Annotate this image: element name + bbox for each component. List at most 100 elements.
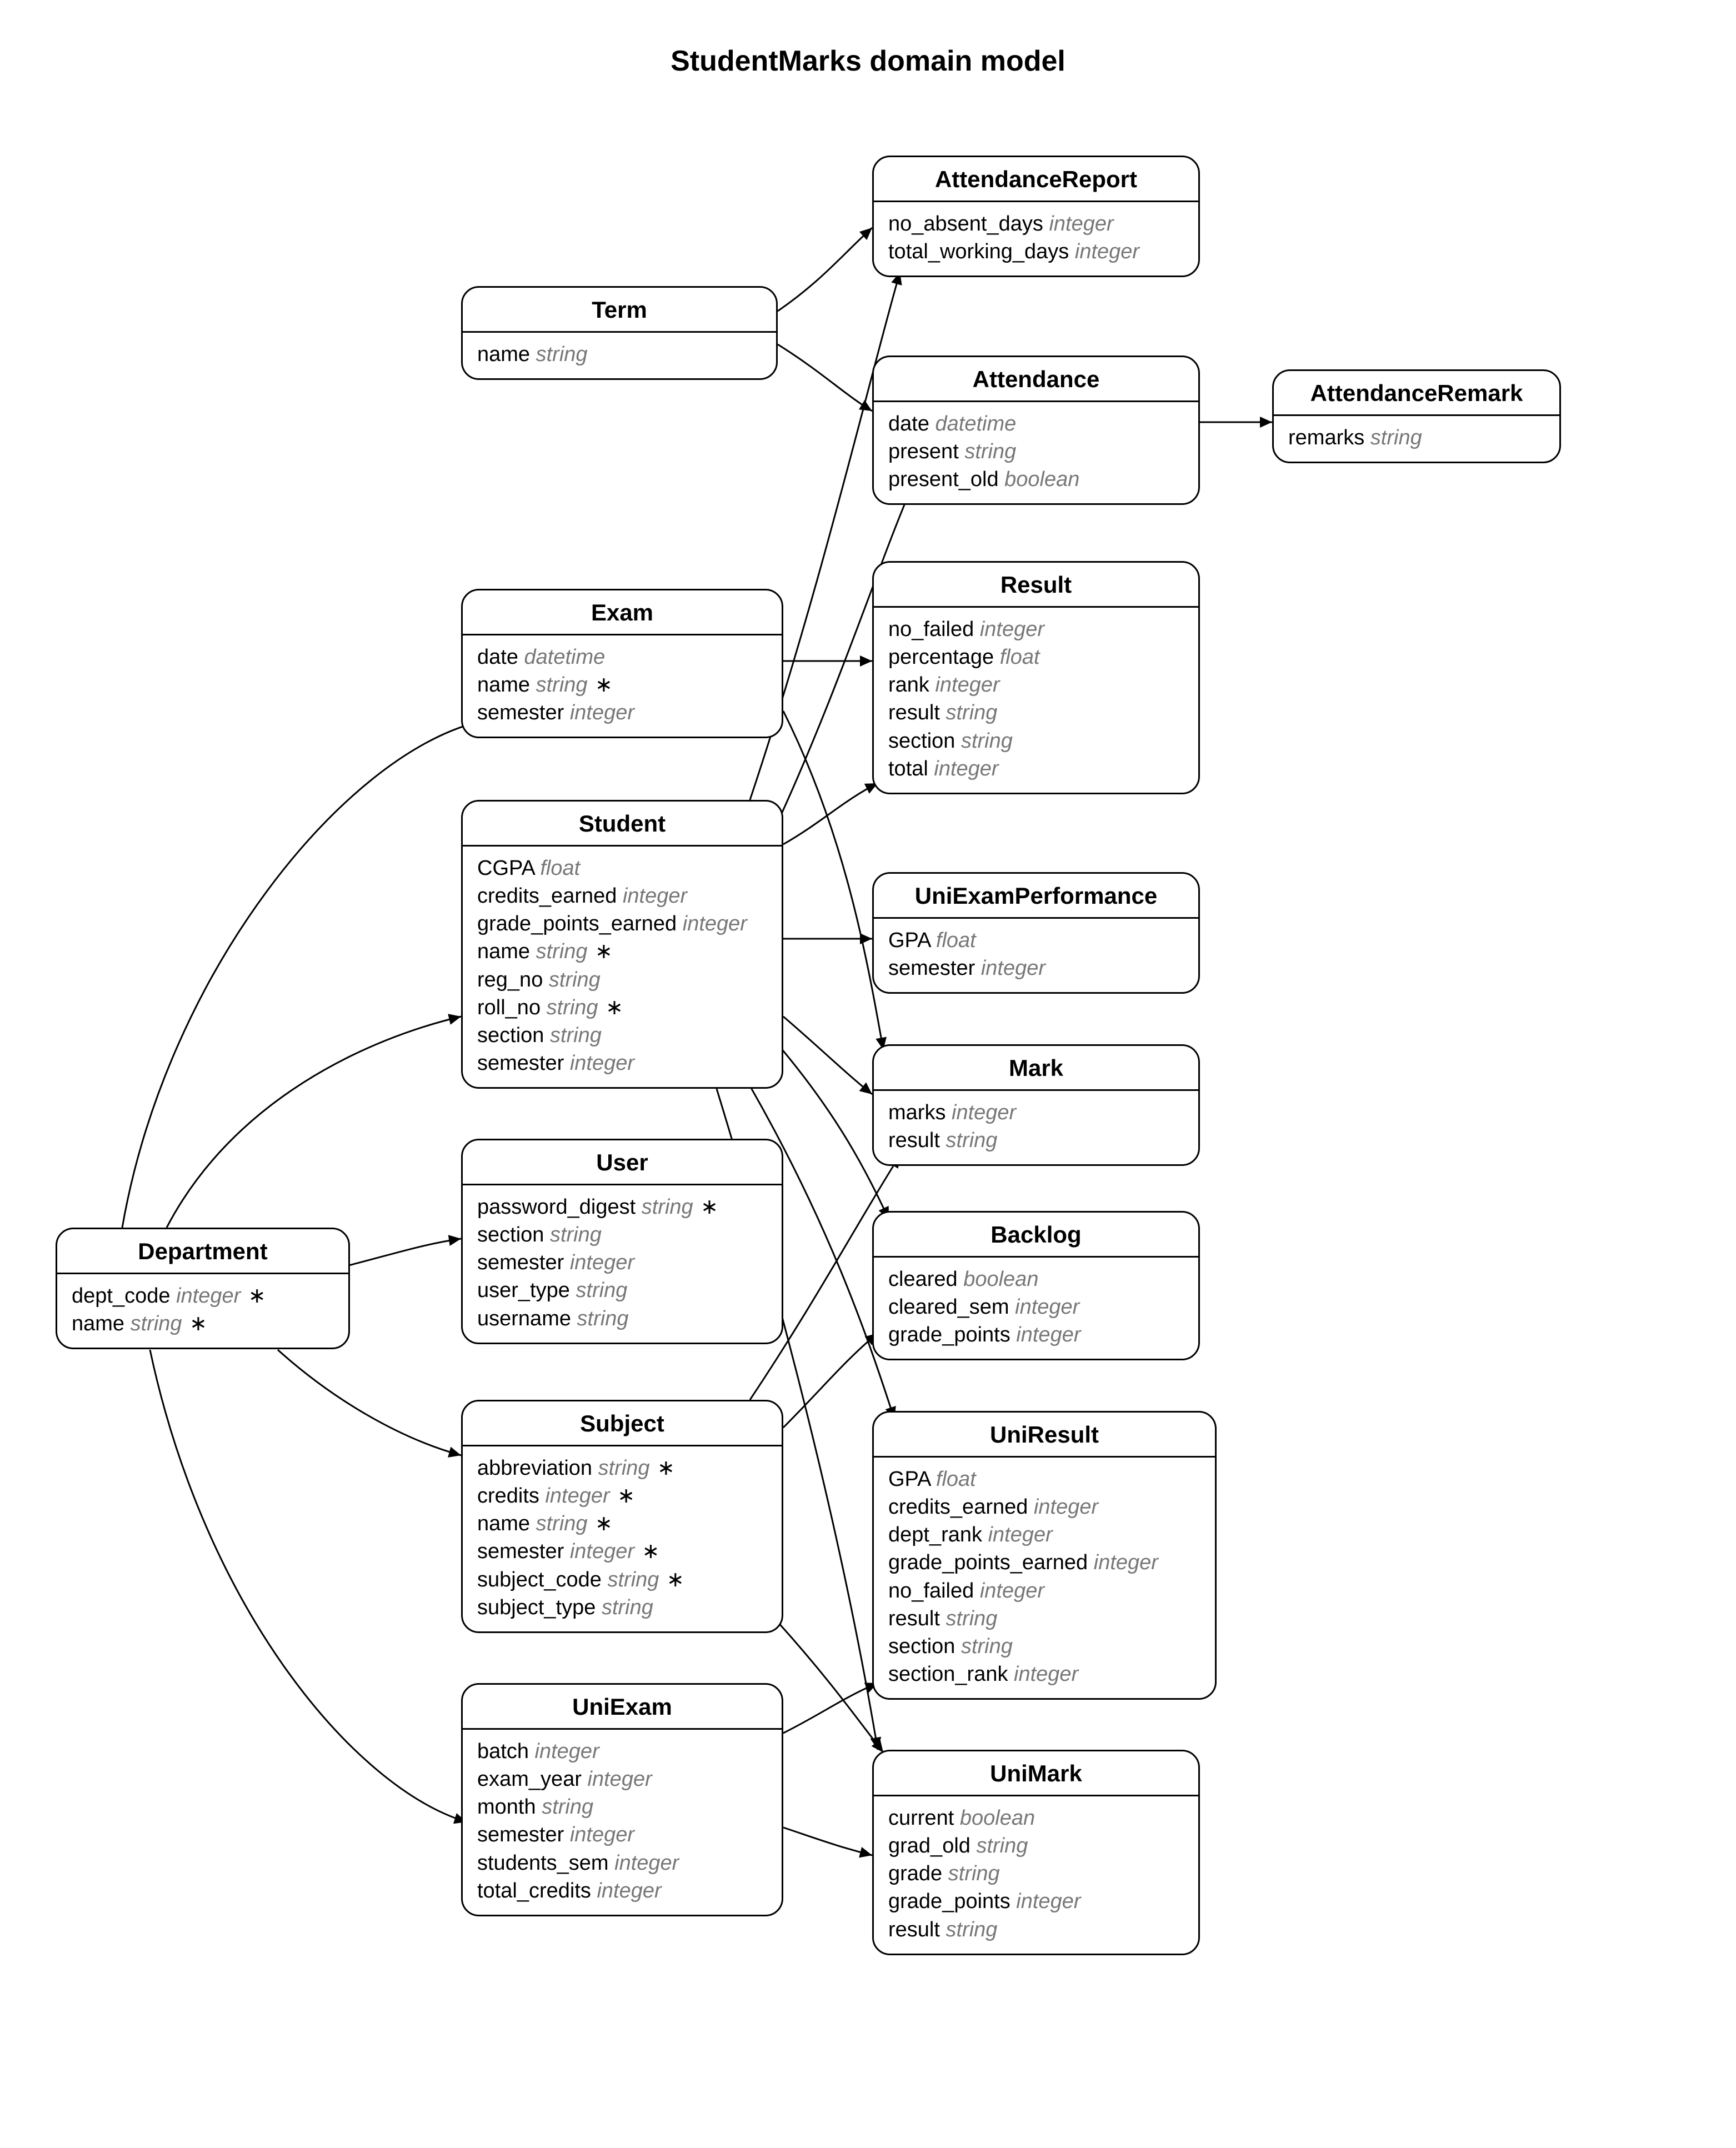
relation-Term-Attendance <box>778 344 872 411</box>
attr-type: integer <box>988 1523 1053 1546</box>
attr-type: string <box>948 1862 1000 1885</box>
attr-type: integer <box>535 1740 599 1763</box>
entity-title: AttendanceRemark <box>1274 371 1559 416</box>
attr-row: current boolean <box>888 1804 1184 1832</box>
entity-Student: StudentCGPA floatcredits_earned integerg… <box>461 800 783 1089</box>
attr-name: marks <box>888 1101 945 1124</box>
entity-Department: Departmentdept_code integer ∗name string… <box>56 1228 350 1349</box>
attr-type: string <box>945 1129 997 1152</box>
attr-type: string <box>608 1568 659 1591</box>
attr-row: no_failed integer <box>888 615 1184 643</box>
attr-name: current <box>888 1806 954 1830</box>
entity-AttendanceRemark: AttendanceRemark remarks string <box>1272 369 1561 463</box>
attr-row: section_rank integer <box>888 1660 1200 1688</box>
attr-type: string <box>576 1279 627 1302</box>
entity-body: password_digest string ∗section stringse… <box>463 1185 782 1343</box>
entity-body: dept_code integer ∗name string ∗ <box>57 1274 348 1348</box>
attr-name: abbreviation <box>477 1456 592 1480</box>
attr-type: string <box>536 343 588 366</box>
attr-type: integer <box>545 1484 609 1508</box>
arrowhead-icon <box>448 1447 461 1458</box>
attr-type: float <box>540 857 580 880</box>
relation-Department-User <box>344 1239 461 1266</box>
attr-name: total_working_days <box>888 240 1069 263</box>
relation-Department-Student <box>167 1017 461 1228</box>
attr-row: remarks string <box>1288 424 1545 452</box>
required-star-icon: ∗ <box>650 1456 675 1480</box>
entity-title: Subject <box>463 1401 782 1446</box>
attr-name: section <box>477 1024 544 1047</box>
relation-Department-UniExam <box>150 1350 467 1822</box>
attr-row: semester integer ∗ <box>477 1538 767 1565</box>
entity-Subject: Subject abbreviation string ∗ credits inte… <box>461 1400 783 1633</box>
entity-UniExamPerformance: UniExamPerformanceGPA floatsemester inte… <box>872 872 1200 994</box>
attr-type: integer <box>1075 240 1139 263</box>
attr-name: present <box>888 440 959 463</box>
attr-row: total integer <box>888 755 1184 783</box>
attr-name: CGPA <box>477 857 534 880</box>
entity-title: Backlog <box>874 1213 1198 1258</box>
required-star-icon: ∗ <box>634 1540 659 1563</box>
entity-UniMark: UniMarkcurrent booleangrad_old stringgra… <box>872 1750 1200 1955</box>
relation-UniExam-UniResult <box>783 1683 878 1733</box>
attr-row: dept_code integer ∗ <box>72 1282 334 1310</box>
attr-row: exam_year integer <box>477 1765 767 1793</box>
attr-type: integer <box>980 1579 1044 1603</box>
attr-type: datetime <box>935 412 1017 435</box>
attr-row: name string ∗ <box>72 1310 334 1338</box>
required-star-icon: ∗ <box>693 1195 718 1219</box>
attr-name: subject_type <box>477 1596 596 1619</box>
attr-type: string <box>131 1312 182 1335</box>
attr-name: credits <box>477 1484 539 1508</box>
attr-name: no_failed <box>888 618 974 641</box>
relation-Department-Exam <box>122 722 478 1228</box>
attr-type: string <box>542 1795 593 1819</box>
entity-title: UniMark <box>874 1751 1198 1796</box>
attr-type: string <box>602 1596 653 1619</box>
entity-body: GPA floatcredits_earned integerdept_rank… <box>874 1458 1215 1698</box>
attr-name: section_rank <box>888 1663 1008 1686</box>
entity-Term: Termname string <box>461 286 778 380</box>
attr-row: section string <box>477 1221 767 1249</box>
attr-type: datetime <box>524 645 606 669</box>
attr-name: exam_year <box>477 1768 582 1791</box>
attr-row: name string <box>477 341 762 368</box>
required-star-icon: ∗ <box>610 1484 635 1508</box>
attr-row: dept_rank integer <box>888 1521 1200 1549</box>
entity-UniExam: UniExambatch integerexam_year integermon… <box>461 1683 783 1916</box>
attr-type: string <box>642 1195 693 1219</box>
entity-title: UniExam <box>463 1685 782 1730</box>
attr-type: integer <box>570 1052 634 1075</box>
attr-type: boolean <box>960 1806 1035 1830</box>
attr-row: password_digest string ∗ <box>477 1193 767 1221</box>
entity-title: Mark <box>874 1046 1198 1091</box>
relation-Department-Subject <box>278 1350 461 1455</box>
attr-name: total_credits <box>477 1879 591 1902</box>
entity-Result: Resultno_failed integerpercentage floatr… <box>872 561 1200 794</box>
entity-AttendanceReport: AttendanceReportno_absent_days integerto… <box>872 156 1200 277</box>
attr-row: no_failed integer <box>888 1577 1200 1605</box>
attr-row: roll_no string ∗ <box>477 994 767 1022</box>
attr-row: user_type string <box>477 1276 767 1304</box>
attr-name: students_sem <box>477 1851 609 1875</box>
attr-name: total <box>888 757 928 780</box>
attr-type: integer <box>683 912 747 935</box>
entity-title: Student <box>463 802 782 847</box>
attr-name: roll_no <box>477 996 541 1019</box>
attr-name: grade_points_earned <box>888 1551 1088 1574</box>
attr-row: no_absent_days integer <box>888 210 1184 238</box>
attr-type: integer <box>980 618 1044 641</box>
required-star-icon: ∗ <box>588 940 613 963</box>
attr-name: semester <box>477 1052 564 1075</box>
attr-row: name string ∗ <box>477 671 767 699</box>
attr-type: integer <box>623 884 687 908</box>
attr-name: date <box>888 412 929 435</box>
entity-body: cleared booleancleared_sem integergrade_… <box>874 1258 1198 1359</box>
attr-row: grade_points_earned integer <box>888 1549 1200 1576</box>
attr-name: date <box>477 645 518 669</box>
attr-name: cleared <box>888 1268 958 1291</box>
entity-Mark: Markmarks integerresult string <box>872 1044 1200 1166</box>
entity-body: no_failed integerpercentage floatrank in… <box>874 608 1198 793</box>
attr-name: percentage <box>888 645 994 669</box>
attr-name: batch <box>477 1740 529 1763</box>
